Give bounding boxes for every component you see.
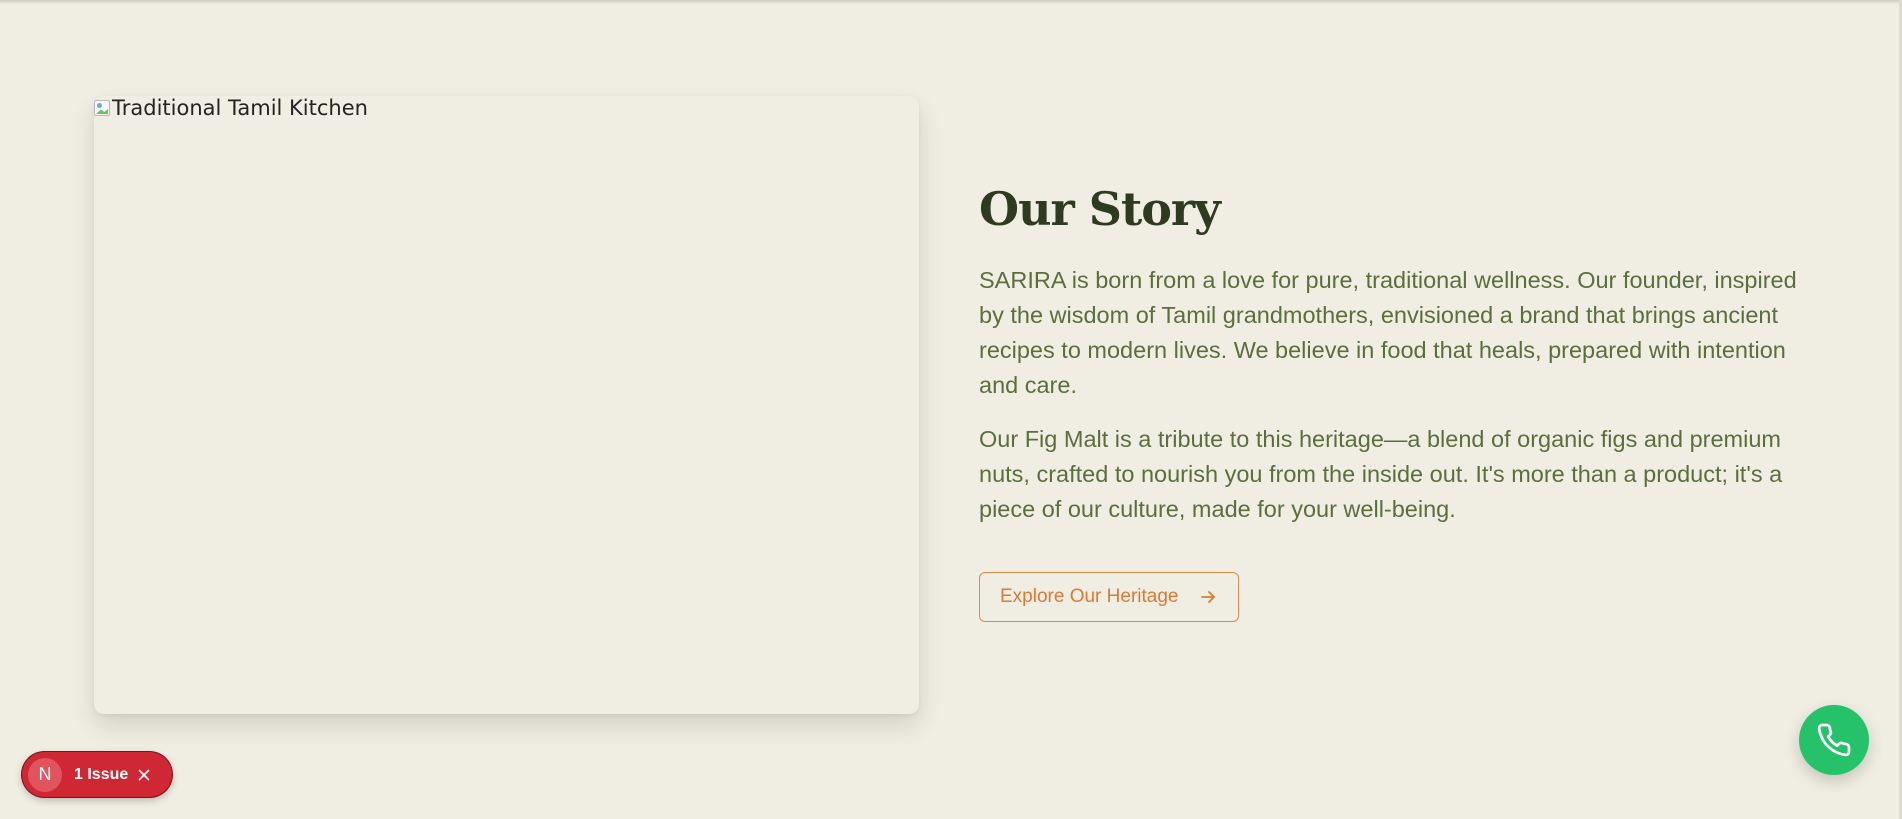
- story-image: Traditional Tamil Kitchen: [94, 96, 368, 120]
- explore-heritage-button[interactable]: Explore Our Heritage: [979, 572, 1239, 622]
- phone-call-button[interactable]: [1799, 705, 1869, 775]
- nextjs-logo-icon[interactable]: N: [28, 757, 62, 792]
- story-image-card: [94, 96, 919, 714]
- story-title: Our Story: [979, 182, 1221, 236]
- close-icon[interactable]: [138, 769, 150, 781]
- broken-image-icon: [94, 100, 110, 116]
- header-shadow: [0, 0, 1902, 4]
- story-paragraph-2: Our Fig Malt is a tribute to this herita…: [979, 426, 1783, 522]
- logo-letter: N: [38, 764, 52, 784]
- arrow-right-icon: [1201, 591, 1216, 603]
- story-image-alt-text: Traditional Tamil Kitchen: [112, 96, 368, 120]
- explore-heritage-label: Explore Our Heritage: [1000, 586, 1179, 607]
- story-section: Our Story SARIRA is born from a love for…: [979, 182, 1819, 546]
- issues-count[interactable]: 1 Issue: [74, 766, 128, 784]
- story-paragraph-1: SARIRA is born from a love for pure, tra…: [979, 267, 1797, 398]
- phone-icon: [1817, 723, 1851, 757]
- dev-issues-badge[interactable]: N 1 Issue: [22, 752, 172, 797]
